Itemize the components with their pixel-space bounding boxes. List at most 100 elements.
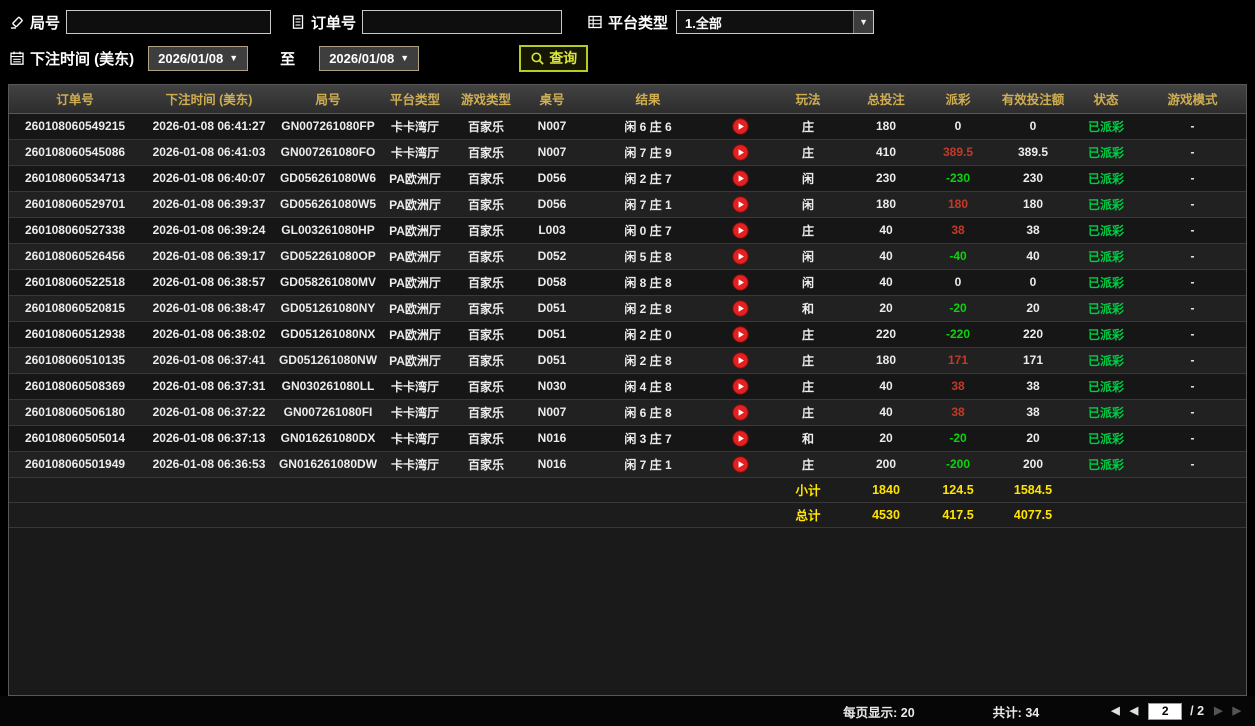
cell-game-type: 百家乐 [451,113,521,139]
cell-order-no: 260108060522518 [9,269,141,295]
cell-table-no: D051 [521,347,583,373]
cell-play: 庄 [767,217,849,243]
cell-payout: 171 [923,347,993,373]
cell-bet-time: 2026-01-08 06:37:13 [141,425,277,451]
play-video-icon[interactable] [732,352,749,369]
cell-game-type: 百家乐 [451,373,521,399]
cell-game-type: 百家乐 [451,347,521,373]
cell-bet-time: 2026-01-08 06:38:57 [141,269,277,295]
cell-play: 和 [767,295,849,321]
column-header: 派彩 [923,85,993,113]
cell-valid-bet: 0 [993,113,1073,139]
play-video-icon[interactable] [732,118,749,135]
chevron-down-icon: ▼ [229,53,238,63]
play-video-icon[interactable] [732,430,749,447]
play-video-icon[interactable] [732,404,749,421]
page-input[interactable] [1148,703,1182,720]
cell-video [713,425,767,451]
cell-play: 闲 [767,191,849,217]
cell-video [713,139,767,165]
order-input[interactable] [362,10,562,34]
play-video-icon[interactable] [732,170,749,187]
cell-bet-time: 2026-01-08 06:39:17 [141,243,277,269]
query-button[interactable]: 查询 [519,45,588,72]
cell-platform: 卡卡湾厅 [379,451,451,477]
table-row: 260108060529701 2026-01-08 06:39:37 GD05… [9,191,1246,217]
cell-round-no: GL003261080HP [277,217,379,243]
table-body: 260108060549215 2026-01-08 06:41:27 GN00… [9,113,1246,477]
cell-play: 庄 [767,399,849,425]
subtotal-total-bet: 1840 [849,477,923,502]
filter-bar: 局号 订单号 平台类型 1.全部 ▼ 下注时间 (美东) [0,0,1255,84]
cell-total-bet: 180 [849,347,923,373]
cell-play: 闲 [767,269,849,295]
cell-round-no: GD056261080W5 [277,191,379,217]
cell-status: 已派彩 [1073,243,1139,269]
cell-result: 闲 7 庄 1 [583,191,713,217]
cell-total-bet: 40 [849,269,923,295]
cell-game-mode: - [1139,269,1246,295]
play-video-icon[interactable] [732,196,749,213]
play-video-icon[interactable] [732,378,749,395]
table-row: 260108060506180 2026-01-08 06:37:22 GN00… [9,399,1246,425]
play-video-icon[interactable] [732,300,749,317]
cell-video [713,243,767,269]
prev-page-button[interactable]: ◀ [1130,706,1138,717]
cell-result: 闲 3 庄 7 [583,425,713,451]
play-video-icon[interactable] [732,274,749,291]
cell-result: 闲 2 庄 0 [583,321,713,347]
cell-total-bet: 40 [849,217,923,243]
platform-label: 平台类型 [608,12,668,33]
round-input[interactable] [66,10,271,34]
play-video-icon[interactable] [732,456,749,473]
cell-order-no: 260108060505014 [9,425,141,451]
first-page-button[interactable]: ◀ [1111,706,1119,717]
cell-round-no: GN007261080FP [277,113,379,139]
cell-round-no: GD056261080W6 [277,165,379,191]
cell-play: 庄 [767,139,849,165]
cell-order-no: 260108060520815 [9,295,141,321]
next-page-button: ▶ [1214,706,1222,717]
play-video-icon[interactable] [732,326,749,343]
cell-valid-bet: 171 [993,347,1073,373]
cell-total-bet: 200 [849,451,923,477]
total-count-value: 34 [1025,706,1039,720]
cell-round-no: GD051261080NY [277,295,379,321]
date-from-select[interactable]: 2026/01/08 ▼ [148,46,248,71]
cell-status: 已派彩 [1073,139,1139,165]
cell-platform: 卡卡湾厅 [379,139,451,165]
cell-total-bet: 180 [849,191,923,217]
cell-table-no: D058 [521,269,583,295]
platform-select[interactable]: 1.全部 ▼ [676,10,874,34]
play-video-icon[interactable] [732,222,749,239]
cell-table-no: D051 [521,295,583,321]
cell-order-no: 260108060508369 [9,373,141,399]
cell-play: 庄 [767,347,849,373]
cell-game-mode: - [1139,295,1246,321]
date-to-select[interactable]: 2026/01/08 ▼ [319,46,419,71]
round-filter-group: 局号 [8,10,271,34]
table-head: 订单号下注时间 (美东)局号平台类型游戏类型桌号结果玩法总投注派彩有效投注额状态… [9,85,1246,113]
cell-valid-bet: 389.5 [993,139,1073,165]
cell-round-no: GD051261080NW [277,347,379,373]
cell-payout: -220 [923,321,993,347]
cell-bet-time: 2026-01-08 06:40:07 [141,165,277,191]
cell-game-mode: - [1139,165,1246,191]
cell-status: 已派彩 [1073,373,1139,399]
cell-table-no: D052 [521,243,583,269]
subtotal-label: 小计 [767,477,849,502]
table-row: 260108060510135 2026-01-08 06:37:41 GD05… [9,347,1246,373]
cell-table-no: L003 [521,217,583,243]
cell-bet-time: 2026-01-08 06:39:37 [141,191,277,217]
play-video-icon[interactable] [732,248,749,265]
cell-play: 庄 [767,321,849,347]
chevron-down-icon: ▼ [400,53,409,63]
cell-video [713,451,767,477]
cell-platform: PA欧洲厅 [379,295,451,321]
cell-video [713,399,767,425]
play-video-icon[interactable] [732,144,749,161]
cell-game-type: 百家乐 [451,295,521,321]
cell-result: 闲 2 庄 7 [583,165,713,191]
cell-bet-time: 2026-01-08 06:37:31 [141,373,277,399]
cell-valid-bet: 200 [993,451,1073,477]
